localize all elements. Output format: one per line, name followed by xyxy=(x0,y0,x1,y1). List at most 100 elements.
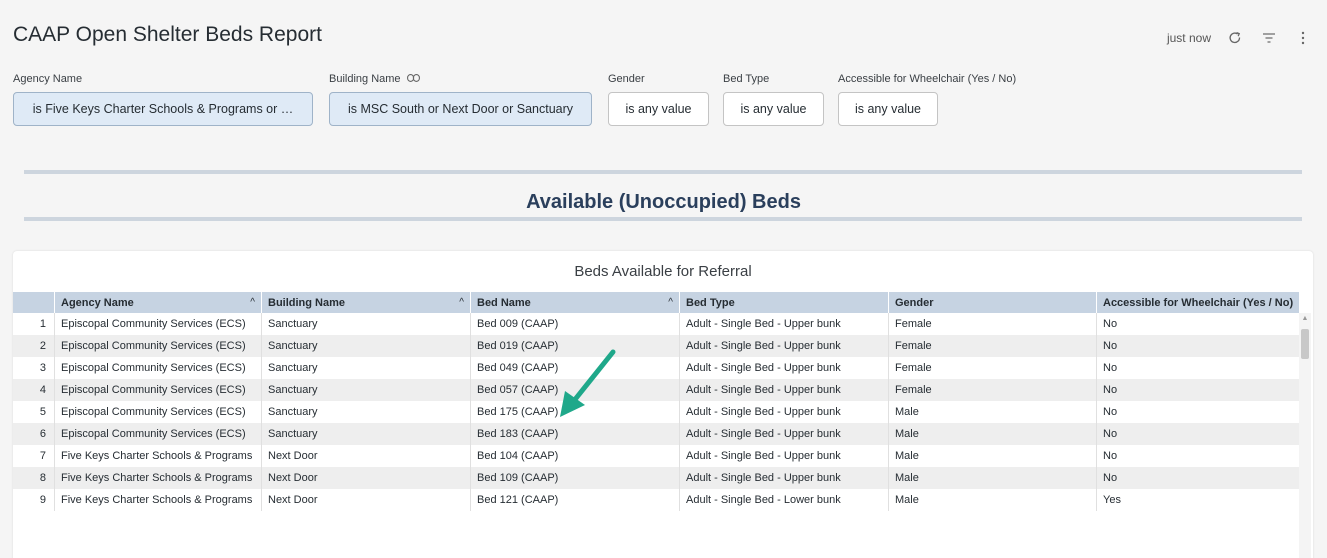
cell-gender: Male xyxy=(889,423,1097,445)
cell-agency-name: Episcopal Community Services (ECS) xyxy=(55,423,262,445)
filter-chip-building[interactable]: is MSC South or Next Door or Sanctuary xyxy=(329,92,592,126)
table-row[interactable]: 2 Episcopal Community Services (ECS) Sanct… xyxy=(13,335,1299,357)
filter-gender: Gender is any value xyxy=(608,72,709,126)
dashboard-header: CAAP Open Shelter Beds Report just now A… xyxy=(0,0,1327,150)
cell-bed-type: Adult - Single Bed - Upper bunk xyxy=(680,423,889,445)
cell-agency-name: Five Keys Charter Schools & Programs xyxy=(55,445,262,467)
cell-wheelchair: No xyxy=(1103,318,1118,330)
filter-label: Gender xyxy=(608,73,645,85)
sort-asc-icon[interactable]: ^ xyxy=(459,297,464,308)
filter-wheelchair: Accessible for Wheelchair (Yes / No) is … xyxy=(838,72,1017,126)
cell-bed-name: Bed 009 (CAAP) xyxy=(471,313,680,335)
cell-gender: Male xyxy=(889,401,1097,423)
row-number: 2 xyxy=(13,335,55,357)
cell-bed-type: Adult - Single Bed - Upper bunk xyxy=(680,401,889,423)
filter-bed-type: Bed Type is any value xyxy=(723,72,824,126)
cell-building-name: Sanctuary xyxy=(262,379,471,401)
cell-bed-type: Adult - Single Bed - Upper bunk xyxy=(680,313,889,335)
row-number: 6 xyxy=(13,423,55,445)
cell-bed-type: Adult - Single Bed - Upper bunk xyxy=(680,445,889,467)
cell-bed-type: Adult - Single Bed - Upper bunk xyxy=(680,335,889,357)
cell-building-name: Sanctuary xyxy=(262,357,471,379)
row-number: 8 xyxy=(13,467,55,489)
cell-agency-name: Five Keys Charter Schools & Programs xyxy=(55,467,262,489)
vertical-scrollbar[interactable]: ▲ xyxy=(1299,313,1311,558)
cell-building-name: Sanctuary xyxy=(262,401,471,423)
row-number: 1 xyxy=(13,313,55,335)
table-row[interactable]: 9 Five Keys Charter Schools & Programs Nex… xyxy=(13,489,1299,511)
filter-label: Agency Name xyxy=(13,73,83,85)
cell-bed-type: Adult - Single Bed - Lower bunk xyxy=(680,489,889,511)
cell-bed-name: Bed 183 (CAAP) xyxy=(471,423,680,445)
filter-label: Bed Type xyxy=(723,73,770,85)
filter-chip-gender[interactable]: is any value xyxy=(608,92,709,126)
cell-bed-name: Bed 109 (CAAP) xyxy=(471,467,680,489)
filter-agency-name: Agency Name is Five Keys Charter Schools… xyxy=(13,72,313,126)
refresh-icon[interactable] xyxy=(1225,28,1245,48)
cell-bed-type: Adult - Single Bed - Upper bunk xyxy=(680,357,889,379)
divider xyxy=(24,170,1302,174)
scroll-thumb[interactable] xyxy=(1301,329,1309,359)
header-wheelchair[interactable]: Accessible for Wheelchair (Yes / No) xyxy=(1097,292,1299,313)
scroll-up-icon[interactable]: ▲ xyxy=(1299,315,1311,322)
cell-agency-name: Episcopal Community Services (ECS) xyxy=(55,401,262,423)
cell-wheelchair: No xyxy=(1103,450,1118,462)
section-title: Available (Unoccupied) Beds xyxy=(526,191,801,213)
cell-agency-name: Episcopal Community Services (ECS) xyxy=(55,313,262,335)
header-bed-name[interactable]: Bed Name ^ xyxy=(471,292,680,313)
cell-building-name: Next Door xyxy=(262,445,471,467)
cell-bed-name: Bed 104 (CAAP) xyxy=(471,445,680,467)
row-number: 5 xyxy=(13,401,55,423)
cell-building-name: Next Door xyxy=(262,489,471,511)
header-bed-type[interactable]: Bed Type xyxy=(680,292,889,313)
cell-wheelchair: Yes xyxy=(1103,494,1121,506)
cell-bed-type: Adult - Single Bed - Upper bunk xyxy=(680,379,889,401)
table-header: Agency Name ^ Building Name ^ Bed Name ^ Be… xyxy=(13,292,1299,313)
sort-asc-icon[interactable]: ^ xyxy=(250,297,255,308)
table-row[interactable]: 7 Five Keys Charter Schools & Programs Nex… xyxy=(13,445,1299,467)
cell-wheelchair: No xyxy=(1103,340,1118,352)
cell-bed-name: Bed 049 (CAAP) xyxy=(471,357,680,379)
more-vertical-icon[interactable] xyxy=(1293,28,1313,48)
cell-bed-type: Adult - Single Bed - Upper bunk xyxy=(680,467,889,489)
cell-gender: Male xyxy=(889,489,1097,511)
header-agency-name[interactable]: Agency Name ^ xyxy=(55,292,262,313)
last-refreshed-label: just now xyxy=(1166,31,1211,45)
filter-label: Accessible for Wheelchair (Yes / No) xyxy=(838,73,1017,85)
cell-gender: Male xyxy=(889,445,1097,467)
cell-building-name: Sanctuary xyxy=(262,335,471,357)
cell-agency-name: Episcopal Community Services (ECS) xyxy=(55,335,262,357)
cell-agency-name: Episcopal Community Services (ECS) xyxy=(55,379,262,401)
row-number: 4 xyxy=(13,379,55,401)
filter-chip-agency[interactable]: is Five Keys Charter Schools & Programs … xyxy=(13,92,313,126)
link-icon[interactable] xyxy=(406,73,420,85)
table-row[interactable]: 1 Episcopal Community Services (ECS) Sanct… xyxy=(13,313,1299,335)
cell-bed-name: Bed 019 (CAAP) xyxy=(471,335,680,357)
cell-wheelchair: No xyxy=(1103,472,1118,484)
table-row[interactable]: 5 Episcopal Community Services (ECS) Sanct… xyxy=(13,401,1299,423)
cell-bed-name: Bed 175 (CAAP) xyxy=(471,401,680,423)
cell-gender: Female xyxy=(889,335,1097,357)
table-row[interactable]: 6 Episcopal Community Services (ECS) Sanct… xyxy=(13,423,1299,445)
beds-table: Agency Name ^ Building Name ^ Bed Name ^ Be… xyxy=(13,292,1299,511)
filter-chip-bed-type[interactable]: is any value xyxy=(723,92,824,126)
table-title: Beds Available for Referral xyxy=(574,263,752,280)
cell-building-name: Sanctuary xyxy=(262,313,471,335)
cell-bed-name: Bed 057 (CAAP) xyxy=(471,379,680,401)
table-row[interactable]: 4 Episcopal Community Services (ECS) Sanct… xyxy=(13,379,1299,401)
header-gender[interactable]: Gender xyxy=(889,292,1097,313)
cell-agency-name: Episcopal Community Services (ECS) xyxy=(55,357,262,379)
filter-icon[interactable] xyxy=(1259,28,1279,48)
filter-chip-wheelchair[interactable]: is any value xyxy=(838,92,938,126)
cell-gender: Female xyxy=(889,379,1097,401)
table-row[interactable]: 3 Episcopal Community Services (ECS) Sanct… xyxy=(13,357,1299,379)
cell-gender: Female xyxy=(889,357,1097,379)
row-number: 3 xyxy=(13,357,55,379)
filter-building-name: Building Name is MSC South or Next Door … xyxy=(329,72,592,126)
cell-building-name: Sanctuary xyxy=(262,423,471,445)
sort-asc-icon[interactable]: ^ xyxy=(668,297,673,308)
cell-wheelchair: No xyxy=(1103,406,1118,418)
header-building-name[interactable]: Building Name ^ xyxy=(262,292,471,313)
table-row[interactable]: 8 Five Keys Charter Schools & Programs Nex… xyxy=(13,467,1299,489)
header-row-number xyxy=(13,292,55,313)
